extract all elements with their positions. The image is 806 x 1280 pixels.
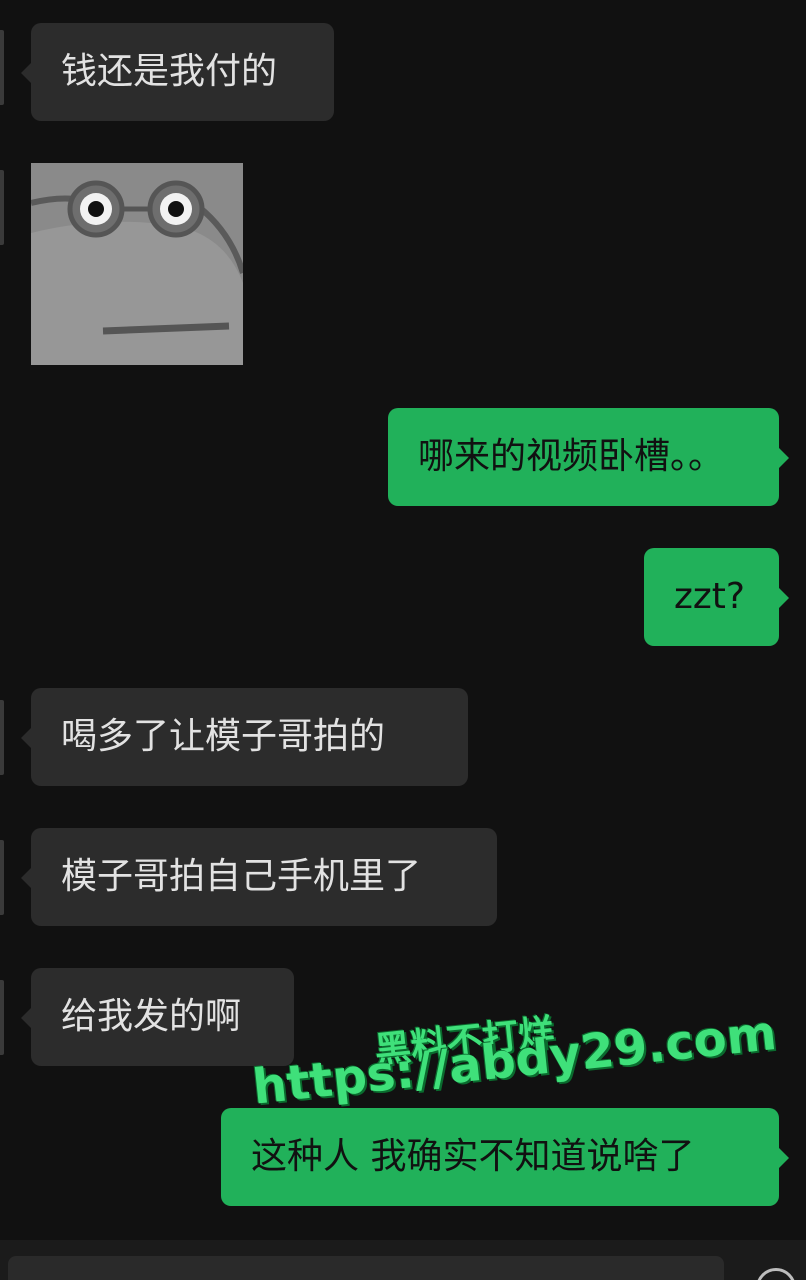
message-text: 给我发的啊 [61,996,242,1037]
avatar[interactable] [0,700,4,775]
avatar[interactable] [0,980,4,1055]
incoming-message-bubble[interactable]: 模子哥拍自己手机里了 [21,828,497,926]
message-text: 喝多了让模子哥拍的 [61,716,386,757]
message-text: 模子哥拍自己手机里了 [61,856,422,897]
outgoing-message-bubble[interactable]: 这种人 我确实不知道说啥了 [221,1108,789,1206]
message-text: zzt? [674,576,746,617]
chat-window: 钱还是我付的 哪来的视频卧槽。。 zzt? 喝多了让模子哥拍的 模子哥拍自己手机… [0,0,806,1280]
outgoing-message-bubble[interactable]: zzt? [644,548,789,646]
outgoing-message-bubble[interactable]: 哪来的视频卧槽。。 [388,408,789,506]
incoming-message-bubble[interactable]: 钱还是我付的 [21,23,334,121]
incoming-message-bubble[interactable]: 喝多了让模子哥拍的 [21,688,468,786]
incoming-message-bubble[interactable]: 给我发的啊 [21,968,294,1066]
frog-glasses-sticker[interactable] [30,163,246,365]
message-input[interactable] [8,1256,724,1280]
avatar[interactable] [0,30,4,105]
avatar[interactable] [0,840,4,915]
avatar[interactable] [0,170,4,245]
message-text: 这种人 我确实不知道说啥了 [251,1136,695,1177]
frog-glasses-sticker-icon [30,163,246,365]
message-text: 哪来的视频卧槽。。 [418,436,725,477]
message-text: 钱还是我付的 [61,51,278,92]
